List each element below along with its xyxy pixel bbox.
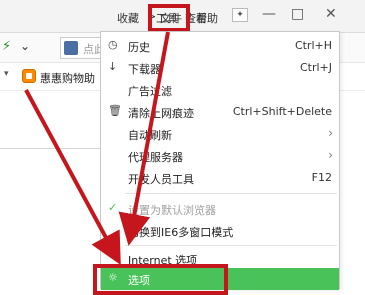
menu-item-history[interactable]: ◷ 历史 Ctrl+H [101, 35, 339, 57]
menu-item-label: 历史 [128, 41, 150, 54]
menu-item-label: 设置为默认浏览器 [128, 204, 216, 217]
menu-item-label: 开发人员工具 [128, 173, 194, 186]
menu-item-auto-refresh[interactable]: 自动刷新 › [101, 123, 339, 145]
menu-bar: > 文件 查看 收藏 工具 帮助 ✦ — □ ✕ [0, 0, 365, 33]
menu-item-label: 切换到IE6多窗口模式 [128, 226, 234, 239]
download-icon: ↓ [108, 60, 118, 73]
bookmark-expand-icon[interactable]: ▾ [4, 69, 9, 79]
chevron-down-icon[interactable]: ⌄ [20, 39, 30, 53]
pin-icon[interactable]: ✦ [232, 8, 248, 22]
menu-item-clear-history[interactable]: 🗑 清除上网痕迹 Ctrl+Shift+Delete [101, 101, 339, 123]
page-divider [0, 148, 100, 149]
lightning-icon[interactable]: ⚡ [2, 39, 11, 54]
shortcut-label: Ctrl+J [299, 61, 332, 74]
menu-separator [125, 193, 337, 194]
check-icon: ✓ [108, 201, 118, 214]
bookmark-huihui[interactable]: 惠惠购物助 [40, 70, 95, 86]
menu-separator [125, 245, 337, 246]
huihui-shopping-icon [22, 69, 36, 83]
shortcut-label: Ctrl+Shift+Delete [232, 105, 332, 118]
menu-item-label: 广告过滤 [128, 85, 172, 98]
close-button[interactable]: ✕ [325, 6, 337, 22]
history-icon: ◷ [108, 38, 118, 51]
options-annotation-box [93, 264, 228, 295]
tools-dropdown-menu: ◷ 历史 Ctrl+H ↓ 下载器 Ctrl+J 广告过滤 🗑 清除上网痕迹 C… [100, 31, 340, 290]
trash-icon: 🗑 [108, 104, 122, 117]
menu-item-label: 下载器 [128, 63, 161, 76]
menu-item-downloader[interactable]: ↓ 下载器 Ctrl+J [101, 57, 339, 79]
menu-item-set-default: ✓ 设置为默认浏览器 [101, 198, 339, 220]
search-engine-icon[interactable] [64, 41, 78, 55]
tools-menu-annotation-box [148, 4, 190, 32]
menu-item-ie6-mode[interactable]: 切换到IE6多窗口模式 [101, 220, 339, 242]
menu-item-label: 代理服务器 [128, 151, 183, 164]
menu-item-ad-filter[interactable]: 广告过滤 [101, 79, 339, 101]
menu-item-dev-tools[interactable]: 开发人员工具 F12 [101, 167, 339, 189]
menu-item-proxy[interactable]: 代理服务器 › [101, 145, 339, 167]
minimize-button[interactable]: — [262, 6, 276, 22]
shortcut-label: F12 [311, 171, 332, 184]
menu-item-label: 清除上网痕迹 [128, 107, 194, 120]
chevron-right-icon: › [328, 148, 333, 162]
menu-item-help[interactable]: 帮助 [196, 10, 218, 26]
shortcut-label: Ctrl+H [294, 39, 332, 52]
menu-item-favorites[interactable]: 收藏 [117, 10, 139, 26]
chevron-right-icon: › [328, 126, 333, 140]
menu-item-label: 自动刷新 [128, 129, 172, 142]
maximize-button[interactable]: □ [291, 6, 304, 22]
